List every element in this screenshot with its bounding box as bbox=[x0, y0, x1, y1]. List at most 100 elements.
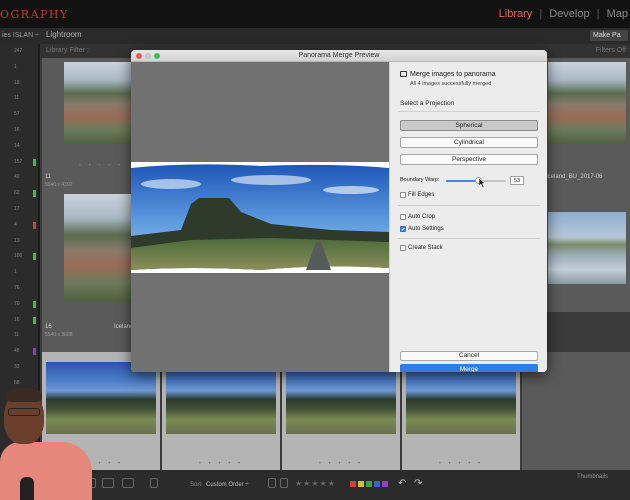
zoom-window-icon[interactable] bbox=[154, 53, 160, 59]
grid-cell[interactable]: Iceland_BU_2017-06 bbox=[542, 172, 630, 312]
divider bbox=[398, 238, 540, 239]
create-stack-checkbox[interactable] bbox=[400, 245, 406, 251]
folder-count: 1 bbox=[14, 63, 17, 70]
catalog-label: Lightroom bbox=[46, 30, 82, 39]
cell-dimensions: 5540 x 4392 bbox=[45, 182, 73, 188]
dialog-title: Panorama Merge Preview bbox=[131, 50, 547, 62]
cell-filename: Iceland_BU_2017-06 bbox=[546, 174, 603, 180]
rotate-left-icon[interactable]: ↶ bbox=[398, 478, 410, 489]
folder-count: 62 bbox=[14, 190, 20, 197]
thumbnail-lake[interactable] bbox=[548, 212, 626, 284]
module-develop[interactable]: Develop bbox=[549, 8, 589, 20]
sort-label: Sort: bbox=[190, 482, 203, 488]
color-label-mark bbox=[33, 300, 36, 308]
auto-crop-label: Auto Crop bbox=[408, 214, 436, 220]
folder-count: 57 bbox=[14, 111, 20, 118]
merge-status: All 4 images successfully merged bbox=[410, 81, 492, 87]
folder-count: 13 bbox=[14, 237, 20, 244]
star-rating[interactable]: ★★★★★ bbox=[295, 479, 336, 488]
spray-can-icon[interactable] bbox=[150, 478, 158, 488]
panorama-icon bbox=[400, 71, 407, 77]
folder-count: 40 bbox=[14, 174, 20, 181]
rotate-right-icon[interactable]: ↷ bbox=[414, 478, 426, 489]
color-label-mark bbox=[33, 158, 36, 166]
thumbnail-city[interactable] bbox=[548, 62, 626, 144]
mouse-cursor-icon bbox=[479, 178, 486, 188]
cell-number: 16 bbox=[45, 324, 52, 330]
presenter-webcam bbox=[0, 380, 92, 500]
flag-reject-icon[interactable] bbox=[280, 478, 288, 488]
projection-cylindrical-button[interactable]: Cylindrical bbox=[400, 137, 538, 148]
boundary-warp-value[interactable]: 53 bbox=[510, 176, 524, 185]
boundary-warp-label: Boundary Warp: bbox=[400, 177, 440, 183]
folder-label[interactable]: ies ISLAN ÷ bbox=[2, 32, 39, 39]
microphone-icon bbox=[20, 477, 34, 500]
color-label-mark bbox=[33, 190, 36, 198]
presenter-shirt bbox=[0, 442, 92, 500]
thumbnails-label: Thumbnails bbox=[576, 474, 608, 480]
panorama-image bbox=[131, 162, 389, 273]
module-map[interactable]: Map bbox=[607, 8, 628, 20]
color-label-mark bbox=[33, 348, 36, 356]
projection-perspective-button[interactable]: Perspective bbox=[400, 154, 538, 165]
auto-settings-checkbox[interactable] bbox=[400, 226, 406, 232]
grid-cell[interactable] bbox=[542, 58, 630, 172]
panorama-merge-dialog: Panorama Merge Preview Merge images to p… bbox=[131, 50, 547, 372]
folder-count: 11 bbox=[14, 332, 20, 339]
top-bar: OGRAPHY Library | Develop | Map bbox=[0, 0, 630, 28]
flag-pick-icon[interactable] bbox=[268, 478, 276, 488]
filters-off-label[interactable]: Filters Off bbox=[596, 47, 626, 54]
library-filter-label[interactable]: Library Filter : bbox=[46, 47, 89, 54]
cell-number: 11 bbox=[45, 174, 52, 180]
folder-count: 14 bbox=[14, 142, 20, 149]
loupe-view-icon[interactable] bbox=[102, 478, 114, 488]
thumbnail-landscape[interactable] bbox=[406, 362, 516, 434]
color-label-mark bbox=[33, 221, 36, 229]
label-yellow-swatch[interactable] bbox=[358, 481, 364, 487]
create-stack-label: Create Stack bbox=[408, 245, 443, 251]
presenter-glasses bbox=[8, 408, 40, 416]
projection-spherical-button[interactable]: Spherical bbox=[400, 120, 538, 131]
presenter-hair bbox=[6, 388, 42, 402]
cell-dimensions: 5540 x 3688 bbox=[45, 332, 73, 338]
cancel-button[interactable]: Cancel bbox=[400, 351, 538, 361]
folder-count: 157 bbox=[14, 158, 23, 165]
toolbar: Sort: Custom Order ÷ ★★★★★ ↶ ↷ Thumbnail… bbox=[40, 470, 630, 500]
folder-count: 70 bbox=[14, 300, 20, 307]
color-label-mark bbox=[33, 316, 36, 324]
thumbnail-landscape[interactable] bbox=[166, 362, 276, 434]
label-purple-swatch[interactable] bbox=[382, 481, 388, 487]
thumbnail-landscape[interactable] bbox=[286, 362, 396, 434]
folder-count: 247 bbox=[14, 48, 23, 54]
thumbnail-city-portrait[interactable] bbox=[64, 194, 132, 302]
merge-heading: Merge images to panorama bbox=[410, 71, 496, 78]
module-library[interactable]: Library bbox=[499, 8, 533, 20]
folder-count: 16 bbox=[14, 316, 20, 323]
panorama-preview bbox=[131, 62, 389, 372]
merge-button[interactable]: Merge bbox=[400, 364, 538, 372]
cell-dots: • • • • • bbox=[438, 461, 484, 467]
module-picker: Library | Develop | Map bbox=[495, 8, 628, 20]
secondary-bar: ies ISLAN ÷ Lightroom Make Pa bbox=[0, 28, 630, 44]
slider-fill bbox=[446, 180, 478, 182]
minimize-window-icon[interactable] bbox=[145, 53, 151, 59]
label-blue-swatch[interactable] bbox=[374, 481, 380, 487]
folder-count: 100 bbox=[14, 253, 23, 260]
thumbnail-city[interactable] bbox=[64, 62, 132, 144]
sort-order-select[interactable]: Custom Order ÷ bbox=[206, 482, 249, 488]
identity-plate: OGRAPHY bbox=[0, 8, 69, 21]
boundary-warp-slider[interactable] bbox=[446, 177, 506, 184]
fill-edges-checkbox[interactable] bbox=[400, 192, 406, 198]
cell-dots: • • • • • bbox=[318, 461, 364, 467]
label-red-swatch[interactable] bbox=[350, 481, 356, 487]
auto-crop-checkbox[interactable] bbox=[400, 214, 406, 220]
compare-view-icon[interactable] bbox=[122, 478, 134, 488]
folder-count: 18 bbox=[14, 79, 20, 86]
folder-count: 1 bbox=[14, 269, 17, 276]
label-green-swatch[interactable] bbox=[366, 481, 372, 487]
make-panorama-button[interactable]: Make Pa bbox=[590, 30, 628, 41]
folder-count: 76 bbox=[14, 285, 20, 291]
cell-dots: • • • • • bbox=[198, 461, 244, 467]
close-window-icon[interactable] bbox=[136, 53, 142, 59]
color-label-mark bbox=[33, 253, 36, 261]
